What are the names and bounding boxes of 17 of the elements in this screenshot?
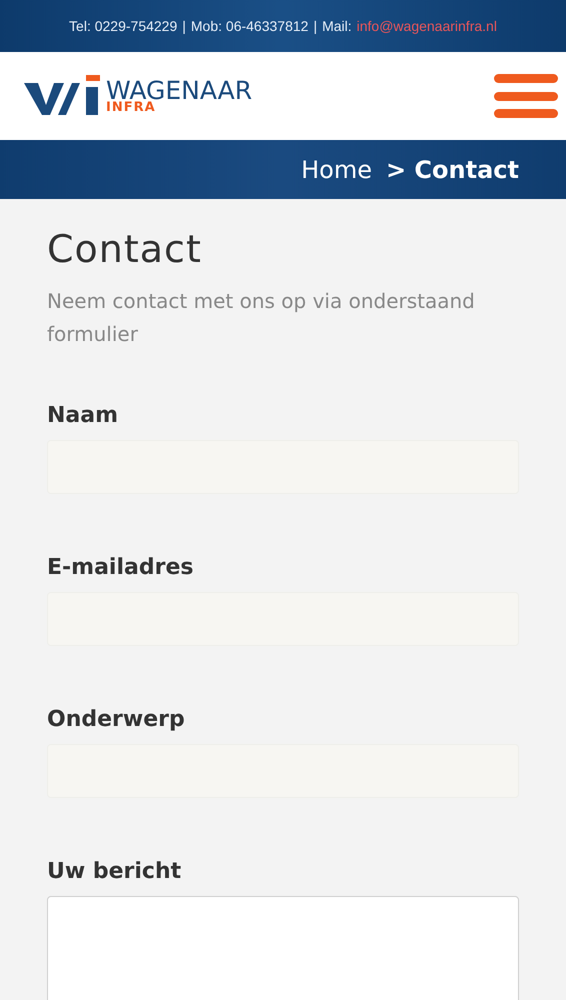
logo-subtitle: INFRA xyxy=(106,101,157,114)
breadcrumb-link[interactable]: > Contact xyxy=(386,156,519,184)
mail-label: Mail: xyxy=(322,18,352,34)
mobile-text: Mob: 06-46337812 xyxy=(190,18,308,34)
page-title: Contact xyxy=(47,227,203,271)
field-label: E-mailadres xyxy=(47,555,194,580)
field-label: Uw bericht xyxy=(47,859,182,884)
separator: | xyxy=(182,18,186,34)
separator: | xyxy=(313,18,318,34)
menu-icon[interactable] xyxy=(494,74,558,118)
phone-text: Tel: 0229-754229 xyxy=(69,18,178,34)
field-label: Naam xyxy=(47,403,120,428)
breadcrumb-link[interactable]: Home xyxy=(301,156,372,184)
intro-text: Neem contact met ons op via onderstaand formulier xyxy=(47,288,476,348)
logo-mark-icon[interactable] xyxy=(24,75,102,117)
logo-name: WAGENAAR xyxy=(106,78,252,103)
field-label: Onderwerp xyxy=(47,707,186,732)
